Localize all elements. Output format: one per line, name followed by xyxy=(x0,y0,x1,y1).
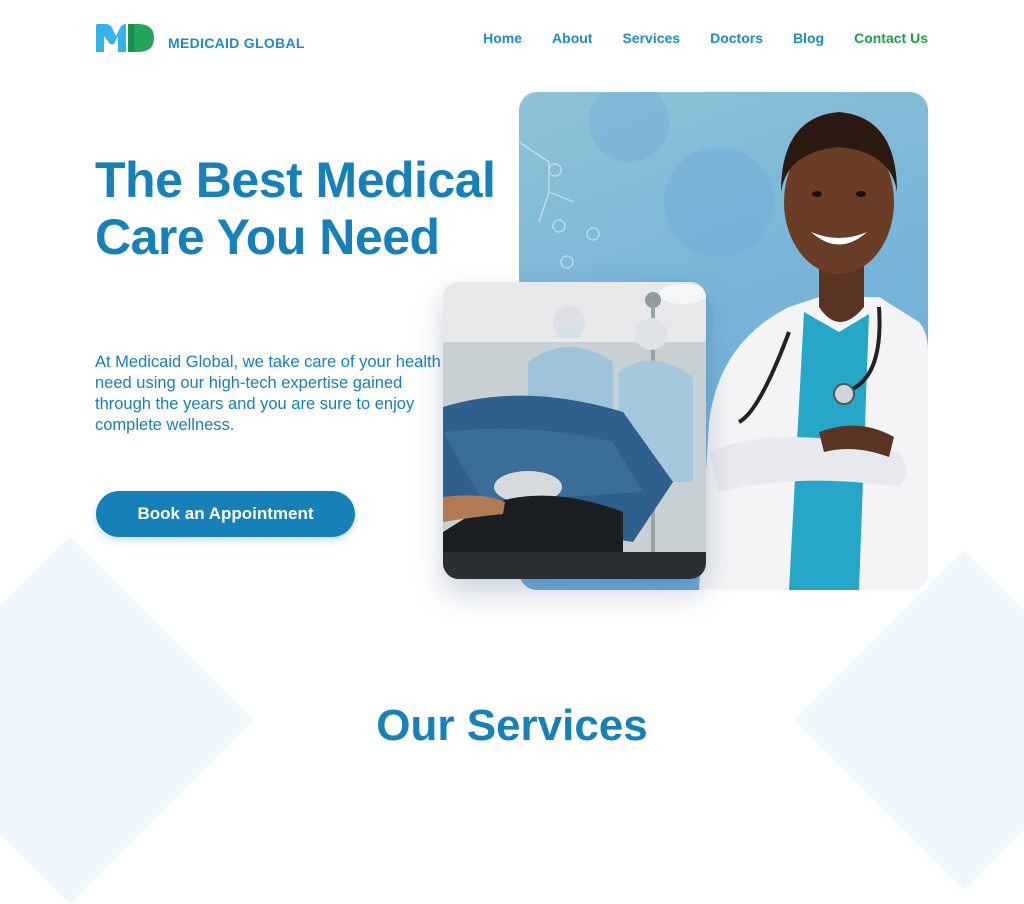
site-header: MEDICAID GLOBAL Home About Services Doct… xyxy=(0,0,1024,80)
nav-home[interactable]: Home xyxy=(483,30,522,46)
nav-blog[interactable]: Blog xyxy=(793,30,824,46)
nav-doctors[interactable]: Doctors xyxy=(710,30,763,46)
book-appointment-button[interactable]: Book an Appointment xyxy=(96,491,355,537)
md-logo-icon xyxy=(96,24,154,52)
nav-about[interactable]: About xyxy=(552,30,592,46)
main-nav: Home About Services Doctors Blog Contact… xyxy=(453,30,928,46)
logo[interactable]: MEDICAID GLOBAL xyxy=(96,24,305,52)
surgery-image xyxy=(443,282,706,579)
hero-description: At Medicaid Global, we take care of your… xyxy=(95,353,441,434)
surgery-illustration xyxy=(443,282,706,579)
nav-services[interactable]: Services xyxy=(622,30,680,46)
hero-title: The Best Medical Care You Need xyxy=(95,152,496,265)
brand-name: MEDICAID GLOBAL xyxy=(168,35,305,51)
nav-contact-us[interactable]: Contact Us xyxy=(854,30,928,46)
services-title: Our Services xyxy=(376,701,648,750)
